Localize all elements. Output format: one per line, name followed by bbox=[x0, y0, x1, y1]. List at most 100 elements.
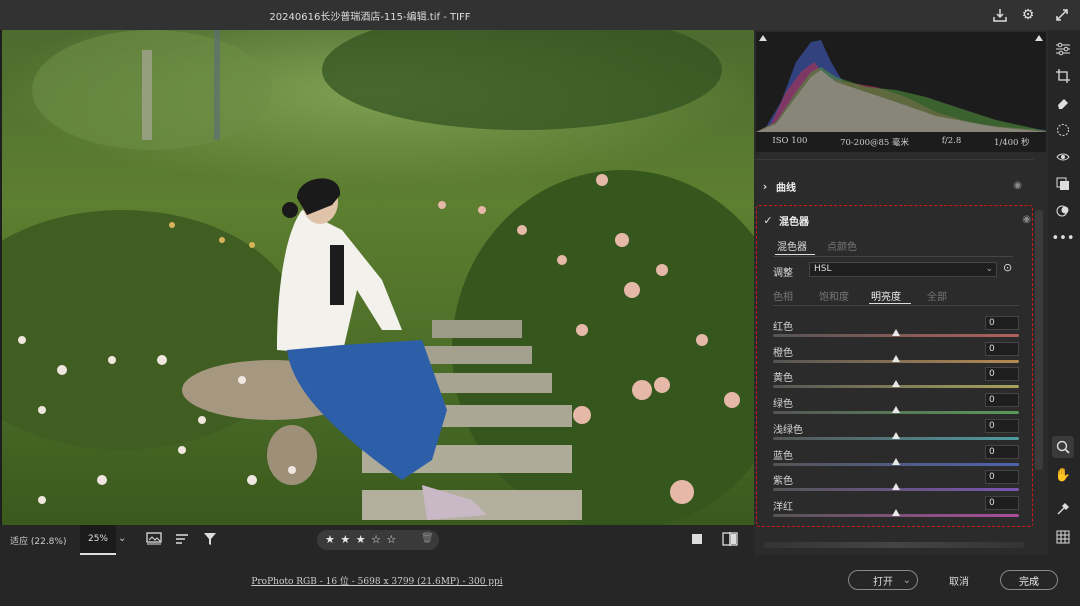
zoom-square-icon[interactable] bbox=[692, 534, 702, 544]
save-icon[interactable] bbox=[990, 5, 1010, 25]
slider-value-input[interactable]: 0 bbox=[985, 316, 1019, 330]
tab-underline bbox=[775, 254, 815, 255]
section-label: 混色器 bbox=[779, 216, 809, 228]
chevron-down-icon: ✓ bbox=[763, 213, 773, 227]
tab-mixer[interactable]: 混色器 bbox=[777, 238, 807, 253]
slider-thumb[interactable] bbox=[892, 483, 900, 491]
slider-thumb[interactable] bbox=[892, 380, 900, 388]
slider-row: 浅绿色 0 bbox=[773, 418, 1019, 447]
hand-icon[interactable]: ✋ bbox=[1052, 464, 1074, 486]
compare-icon[interactable] bbox=[722, 532, 738, 549]
chevron-down-icon: ⌄ bbox=[902, 574, 911, 586]
rating-control[interactable]: ★ ★ ★ ☆ ☆ 🗑 bbox=[317, 530, 439, 550]
slider-value-input[interactable]: 0 bbox=[985, 495, 1019, 510]
adjust-value: HSL bbox=[814, 264, 832, 274]
slider-label: 紫色 bbox=[773, 476, 793, 488]
shadow-clip-icon[interactable] bbox=[759, 35, 767, 41]
slider-value-input[interactable]: 0 bbox=[985, 418, 1019, 433]
section-mixer-header[interactable]: ✓ 混色器 ◉ bbox=[757, 206, 1037, 234]
eye-icon[interactable]: ◉ bbox=[1013, 180, 1022, 191]
slider-thumb[interactable] bbox=[892, 508, 900, 516]
status-bar: ProPhoto RGB - 16 位 - 5698 x 3799 (21.6M… bbox=[0, 555, 1080, 606]
slider-row: 黄色 0 bbox=[773, 367, 1019, 395]
eye-icon[interactable]: ◉ bbox=[1022, 214, 1031, 225]
photo-preview[interactable] bbox=[2, 30, 754, 525]
grid-icon[interactable] bbox=[1052, 526, 1074, 548]
slider-thumb[interactable] bbox=[892, 431, 900, 439]
subtab-saturation[interactable]: 饱和度 bbox=[819, 288, 849, 303]
slider-label: 洋红 bbox=[773, 501, 793, 513]
sliders-icon[interactable] bbox=[1052, 38, 1074, 60]
slider-value-input[interactable]: 0 bbox=[985, 341, 1019, 356]
slider-value-input[interactable]: 0 bbox=[985, 444, 1019, 459]
slider-row: 蓝色 0 bbox=[773, 444, 1019, 473]
done-button[interactable]: 完成 bbox=[1000, 570, 1058, 590]
workflow-options-link[interactable]: ProPhoto RGB - 16 位 - 5698 x 3799 (21.6M… bbox=[0, 574, 754, 587]
lens-value: 70-200@85 毫米 bbox=[840, 138, 910, 148]
slider-value-input[interactable]: 0 bbox=[985, 470, 1019, 485]
crop-icon[interactable] bbox=[1052, 65, 1074, 87]
subtab-all[interactable]: 全部 bbox=[927, 288, 947, 303]
iso-value: ISO 100 bbox=[772, 136, 808, 146]
divider bbox=[773, 305, 1019, 306]
chevron-down-icon[interactable]: ⌄ bbox=[118, 533, 126, 544]
tab-point-color[interactable]: 点颜色 bbox=[827, 238, 857, 253]
slider-thumb[interactable] bbox=[892, 406, 900, 414]
slider-label: 浅绿色 bbox=[773, 424, 803, 436]
title-bar: 20240616长沙普瑞酒店-115-编辑.tif - TIFF ⚙ bbox=[0, 0, 1080, 30]
divider bbox=[754, 152, 1034, 160]
eraser-icon[interactable] bbox=[1052, 92, 1074, 114]
mask-icon[interactable] bbox=[1052, 119, 1074, 141]
open-label: 打开 bbox=[873, 576, 893, 588]
cancel-button[interactable]: 取消 bbox=[928, 570, 990, 590]
slider-row: 紫色 0 bbox=[773, 470, 1019, 498]
filter-icon[interactable] bbox=[203, 532, 217, 549]
sort-icon[interactable] bbox=[175, 533, 189, 548]
exif-info: ISO 100 70-200@85 毫米 f/2.8 1/400 秒 bbox=[756, 136, 1046, 148]
slider-thumb[interactable] bbox=[892, 457, 900, 465]
subtab-hue[interactable]: 色相 bbox=[773, 288, 793, 303]
slider-label: 黄色 bbox=[773, 373, 793, 385]
slider-row: 橙色 0 bbox=[773, 341, 1019, 370]
gear-icon[interactable]: ⚙ bbox=[1018, 5, 1038, 25]
mixer-section: ✓ 混色器 ◉ 混色器 点颜色 调整 HSL ⌄ ⊙ 色相 饱和度 明亮度 全部… bbox=[756, 205, 1033, 527]
slider-label: 绿色 bbox=[773, 399, 793, 411]
section-label: 曲线 bbox=[776, 182, 796, 194]
slider-row: 洋红 0 bbox=[773, 495, 1019, 524]
slider-value-input[interactable]: 0 bbox=[985, 393, 1019, 408]
zoom-value[interactable]: 25% bbox=[80, 525, 116, 555]
snapshots-icon[interactable] bbox=[1052, 200, 1074, 222]
expand-icon[interactable] bbox=[1052, 5, 1072, 25]
slider-label: 蓝色 bbox=[773, 450, 793, 462]
window-title: 20240616长沙普瑞酒店-115-编辑.tif - TIFF bbox=[269, 12, 471, 23]
collapsed-section[interactable] bbox=[764, 536, 1024, 548]
adjust-select[interactable]: HSL ⌄ bbox=[809, 262, 997, 277]
chevron-down-icon: ⌄ bbox=[985, 264, 993, 274]
slider-value-input[interactable]: 0 bbox=[985, 367, 1019, 382]
star-rating[interactable]: ★ ★ ★ ☆ ☆ bbox=[325, 533, 397, 546]
subtab-luminance[interactable]: 明亮度 bbox=[871, 288, 901, 303]
presets-icon[interactable] bbox=[1052, 173, 1074, 195]
adjust-label: 调整 bbox=[773, 268, 793, 279]
section-curve[interactable]: › 曲线 ◉ bbox=[754, 172, 1034, 200]
redeye-icon[interactable] bbox=[1052, 146, 1074, 168]
aperture-value: f/2.8 bbox=[941, 136, 962, 146]
slider-thumb[interactable] bbox=[892, 354, 900, 362]
trash-icon[interactable]: 🗑 bbox=[421, 533, 434, 544]
tab-underline bbox=[869, 303, 911, 304]
chevron-right-icon: › bbox=[762, 179, 768, 193]
panel-scrollbar[interactable] bbox=[1035, 210, 1043, 470]
more-icon[interactable]: ••• bbox=[1052, 227, 1075, 249]
highlight-clip-icon[interactable] bbox=[1035, 35, 1043, 41]
slider-thumb[interactable] bbox=[892, 329, 900, 336]
open-button[interactable]: 打开 ⌄ bbox=[848, 570, 918, 590]
shutter-value: 1/400 秒 bbox=[993, 138, 1030, 148]
eyedropper-icon[interactable] bbox=[1052, 498, 1074, 520]
tool-strip: ••• ✋ bbox=[1048, 30, 1080, 555]
filmstrip-icon[interactable] bbox=[146, 532, 162, 549]
zoom-icon[interactable] bbox=[1052, 436, 1074, 458]
target-adjust-icon[interactable]: ⊙ bbox=[1003, 261, 1012, 274]
slider-label: 橙色 bbox=[773, 347, 793, 359]
fit-zoom-button[interactable]: 适应 (22.8%) bbox=[10, 534, 66, 547]
slider-row: 绿色 0 bbox=[773, 393, 1019, 421]
